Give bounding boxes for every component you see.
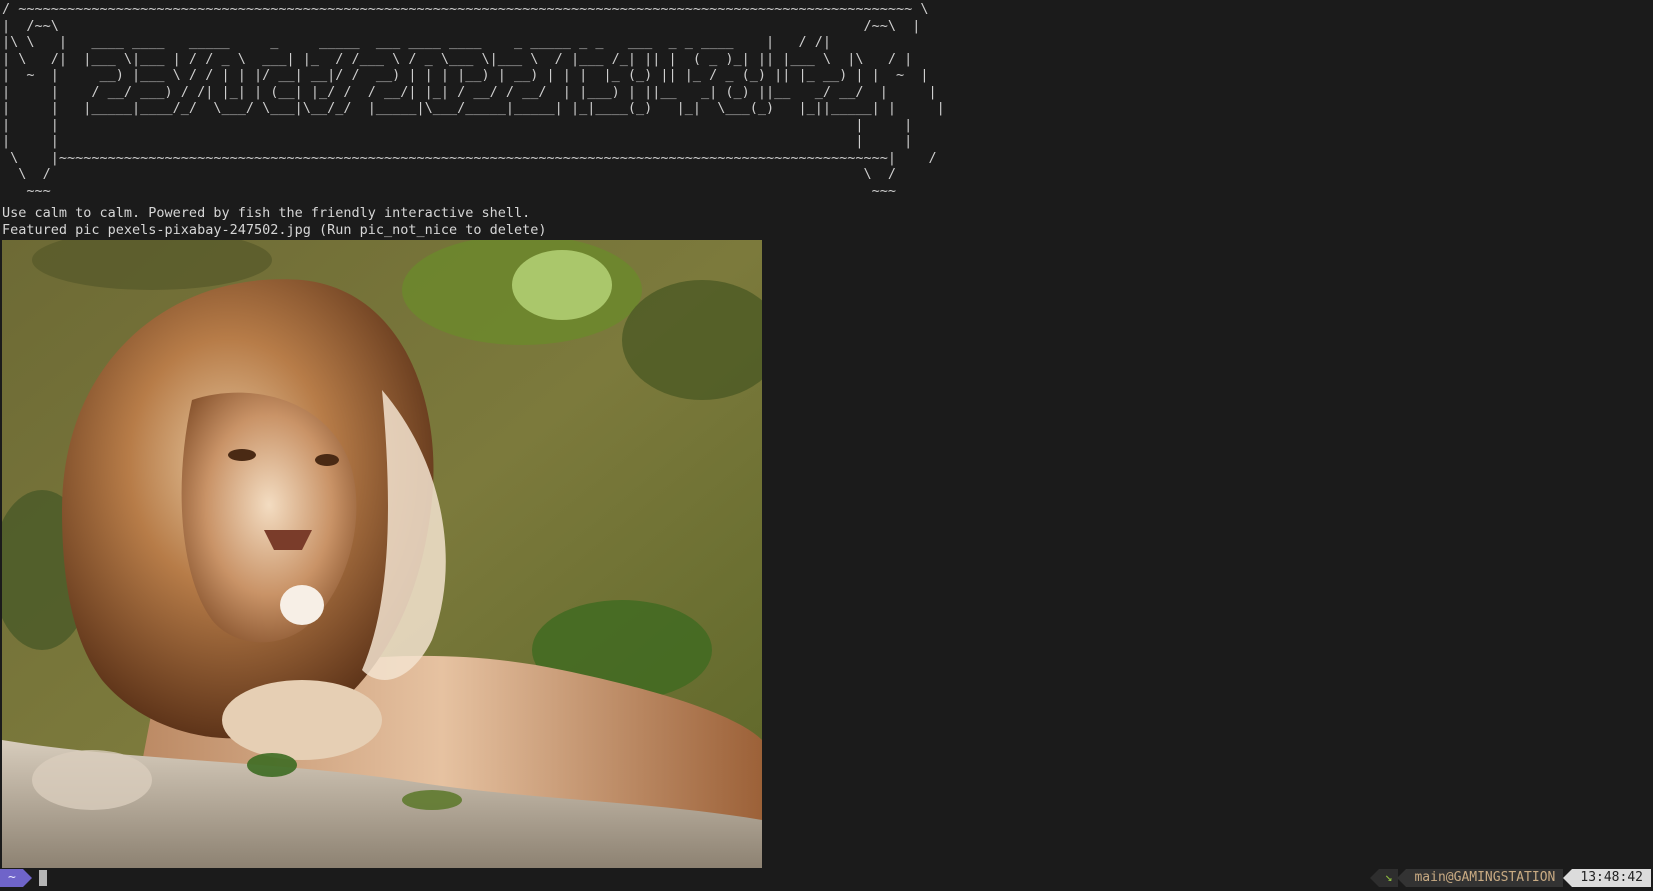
prompt-left: ~ xyxy=(0,869,47,887)
host-separator-icon xyxy=(1397,869,1407,887)
prompt-directory: ~ xyxy=(0,869,23,887)
prompt-right: ↘ main@GAMINGSTATION 13:48:42 xyxy=(1369,869,1651,887)
calm-usage-message: Use calm to calm. Powered by fish the fr… xyxy=(2,205,531,221)
prompt-user-host: main@GAMINGSTATION xyxy=(1406,869,1564,887)
prompt-separator-icon xyxy=(22,869,32,887)
status-separator-icon xyxy=(1369,869,1379,887)
featured-pic-message: Featured pic pexels-pixabay-247502.jpg (… xyxy=(2,222,547,238)
prompt-time: 13:48:42 xyxy=(1572,869,1651,887)
lion-image xyxy=(2,240,762,868)
ascii-art-banner: / ~~~~~~~~~~~~~~~~~~~~~~~~~~~~~~~~~~~~~~… xyxy=(2,1,945,199)
text-cursor[interactable] xyxy=(38,870,47,886)
featured-lion-picture xyxy=(2,240,762,868)
time-separator-icon xyxy=(1563,869,1573,887)
status-glyph-icon: ↘ xyxy=(1378,869,1399,887)
